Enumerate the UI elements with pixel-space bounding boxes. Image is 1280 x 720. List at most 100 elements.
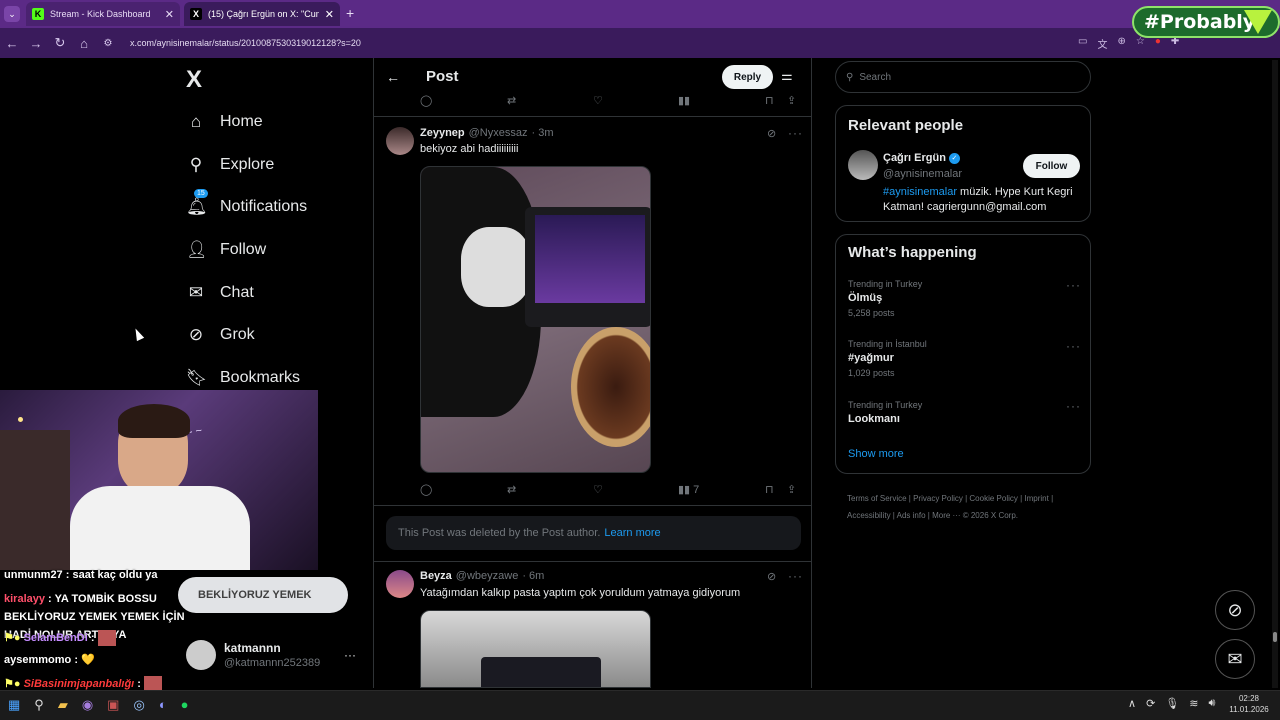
home-icon[interactable]: ⌂ — [72, 36, 96, 51]
nav-item-explore[interactable]: ⚲ Explore — [186, 153, 274, 177]
messages-floating-button[interactable]: ✉ — [1215, 639, 1255, 679]
translate-icon[interactable]: 文 — [1097, 36, 1107, 51]
avatar[interactable] — [386, 570, 414, 598]
trend-item[interactable]: Trending in İstanbul #yağmur 1,029 posts — [848, 339, 1078, 378]
grok-floating-button[interactable]: ⊘ — [1215, 590, 1255, 630]
nav-label: Notifications — [220, 198, 308, 215]
footer-links[interactable]: Terms of Service | Privacy Policy | Cook… — [847, 490, 1077, 524]
light-dot-image — [18, 417, 23, 422]
bookmark-icon[interactable]: ⊓ — [765, 94, 774, 107]
tweet-time[interactable]: · 6m — [522, 570, 544, 582]
trend-item[interactable]: Trending in Turkey Ölmüş 5,258 posts — [848, 279, 1078, 318]
show-more-link[interactable]: Show more — [848, 448, 904, 460]
cast-icon[interactable]: ▭ — [1078, 36, 1087, 51]
reply-button[interactable]: Reply — [722, 65, 773, 89]
reload-icon[interactable]: ↻ — [48, 35, 72, 51]
nav-item-home[interactable]: ⌂ Home — [186, 110, 263, 134]
profile-handle[interactable]: @aynisinemalar — [883, 168, 962, 180]
steam-icon[interactable]: ◎ — [133, 697, 144, 713]
account-more-button[interactable]: ··· — [344, 648, 356, 662]
browser-icon[interactable]: ◉ — [82, 697, 93, 713]
retweet-icon[interactable]: ⇄ — [507, 94, 516, 107]
nav-item-bookmarks[interactable]: 🔖︎ Bookmarks — [186, 366, 300, 390]
x-logo-icon[interactable]: X — [186, 66, 202, 94]
new-tab-button[interactable]: + — [346, 5, 354, 21]
speaker-icon[interactable]: 🔊︎ — [1208, 697, 1215, 710]
tweet-header: Zeyynep @Nyxessaz · 3m — [420, 127, 554, 139]
hashtag-link[interactable]: #aynisinemalar — [883, 186, 957, 198]
profile-name[interactable]: Çağrı Ergün — [883, 152, 946, 164]
tweet-time[interactable]: · 3m — [532, 127, 554, 139]
avatar[interactable] — [848, 150, 878, 180]
mic-icon[interactable]: 🎙︎ — [1165, 697, 1179, 710]
tweet-image-cat[interactable] — [420, 166, 651, 473]
more-icon[interactable]: ··· — [1066, 278, 1081, 292]
nav-label: Bookmarks — [220, 369, 301, 386]
scrollbar-thumb[interactable] — [1273, 632, 1277, 642]
avatar[interactable] — [186, 640, 216, 670]
extension-icons: ▭ 文 ⊕ ☆ ● ✚ — [1078, 36, 1179, 51]
extension-icon[interactable]: ● — [1155, 36, 1161, 51]
more-icon[interactable]: ··· — [788, 126, 803, 140]
comment-icon[interactable]: ◯ — [420, 94, 432, 107]
trend-title: #yağmur — [848, 352, 894, 364]
wifi-icon[interactable]: ≋ — [1189, 697, 1198, 710]
puzzle-icon[interactable]: ✚ — [1171, 36, 1179, 51]
tab-kick-dashboard[interactable]: K Stream - Kick Dashboard ✕ — [26, 2, 180, 26]
trend-context: Trending in İstanbul — [848, 339, 927, 349]
filter-icon[interactable]: ⚌ — [781, 68, 793, 84]
nav-item-notifications[interactable]: 🔔︎ 15 Notifications — [186, 189, 308, 219]
back-icon[interactable]: ← — [0, 36, 24, 51]
tweet-author-name[interactable]: Zeyynep — [420, 127, 465, 139]
star-icon[interactable]: ☆ — [1136, 36, 1145, 51]
more-icon[interactable]: ··· — [1066, 399, 1081, 413]
close-icon[interactable]: ✕ — [319, 8, 334, 21]
like-icon[interactable]: ♡ — [593, 483, 603, 496]
follow-button[interactable]: Follow — [1023, 154, 1080, 178]
url-field[interactable]: x.com/aynisinemalar/status/2010087530319… — [130, 38, 361, 48]
avatar[interactable] — [386, 127, 414, 155]
chevron-up-icon[interactable]: ∧ — [1128, 697, 1136, 710]
bookmark-icon[interactable]: ⊓ — [765, 483, 774, 496]
brand-triangle-icon — [1244, 10, 1272, 34]
views-icon[interactable]: ▮▮ 7 — [678, 483, 699, 496]
nav-item-follow[interactable]: 👤︎ Follow — [186, 238, 266, 262]
trend-item[interactable]: Trending in Turkey Lookmanı — [848, 400, 1078, 425]
retweet-icon[interactable]: ⇄ — [507, 483, 516, 496]
search-icon[interactable]: ⚲ — [34, 697, 44, 713]
trend-count: 5,258 posts — [848, 308, 895, 318]
spotify-icon[interactable]: ● — [181, 697, 189, 713]
tweet-author-handle[interactable]: @Nyxessaz — [469, 127, 528, 139]
tweet-author-name[interactable]: Beyza — [420, 570, 452, 582]
tab-x-post[interactable]: X (15) Çağrı Ergün on X: "Cumartı ✕ — [184, 2, 340, 26]
share-icon[interactable]: ⇪ — [787, 483, 796, 496]
search-input[interactable]: ⚲ Search — [835, 61, 1091, 93]
tweet-author-handle[interactable]: @wbeyzawe — [456, 570, 519, 582]
learn-more-link[interactable]: Learn more — [604, 527, 660, 539]
like-icon[interactable]: ♡ — [593, 94, 603, 107]
grok-icon[interactable]: ⊘ — [767, 127, 776, 140]
views-icon[interactable]: ▮▮ — [678, 94, 690, 107]
nav-item-chat[interactable]: ✉ Chat — [186, 281, 254, 305]
clock[interactable]: 02:28 11.01.2026 — [1226, 693, 1272, 715]
folder-icon[interactable]: ▰ — [58, 697, 68, 713]
forward-icon[interactable]: → — [24, 36, 48, 51]
nav-label: Chat — [220, 284, 254, 301]
grok-icon[interactable]: ⊘ — [767, 570, 776, 583]
nav-item-grok[interactable]: ⊘ Grok — [186, 323, 255, 347]
discord-icon[interactable]: ◐ — [159, 697, 167, 713]
more-icon[interactable]: ··· — [788, 569, 803, 583]
back-arrow-icon[interactable]: ← — [386, 69, 400, 85]
zoom-icon[interactable]: ⊕ — [1117, 36, 1125, 51]
more-icon[interactable]: ··· — [1066, 339, 1081, 353]
windows-start-icon[interactable]: ▦ — [8, 697, 20, 713]
site-info-icon[interactable]: ⚙ — [96, 38, 120, 49]
scrollbar[interactable] — [1272, 60, 1278, 688]
tweet-image-laptop[interactable] — [420, 610, 651, 688]
game-icon[interactable]: ▣ — [107, 697, 119, 713]
sync-icon[interactable]: ⟳ — [1146, 697, 1155, 710]
comment-icon[interactable]: ◯ — [420, 483, 432, 496]
tab-search-icon[interactable]: ⌄ — [4, 6, 20, 22]
share-icon[interactable]: ⇪ — [787, 94, 796, 107]
close-icon[interactable]: ✕ — [159, 8, 174, 21]
